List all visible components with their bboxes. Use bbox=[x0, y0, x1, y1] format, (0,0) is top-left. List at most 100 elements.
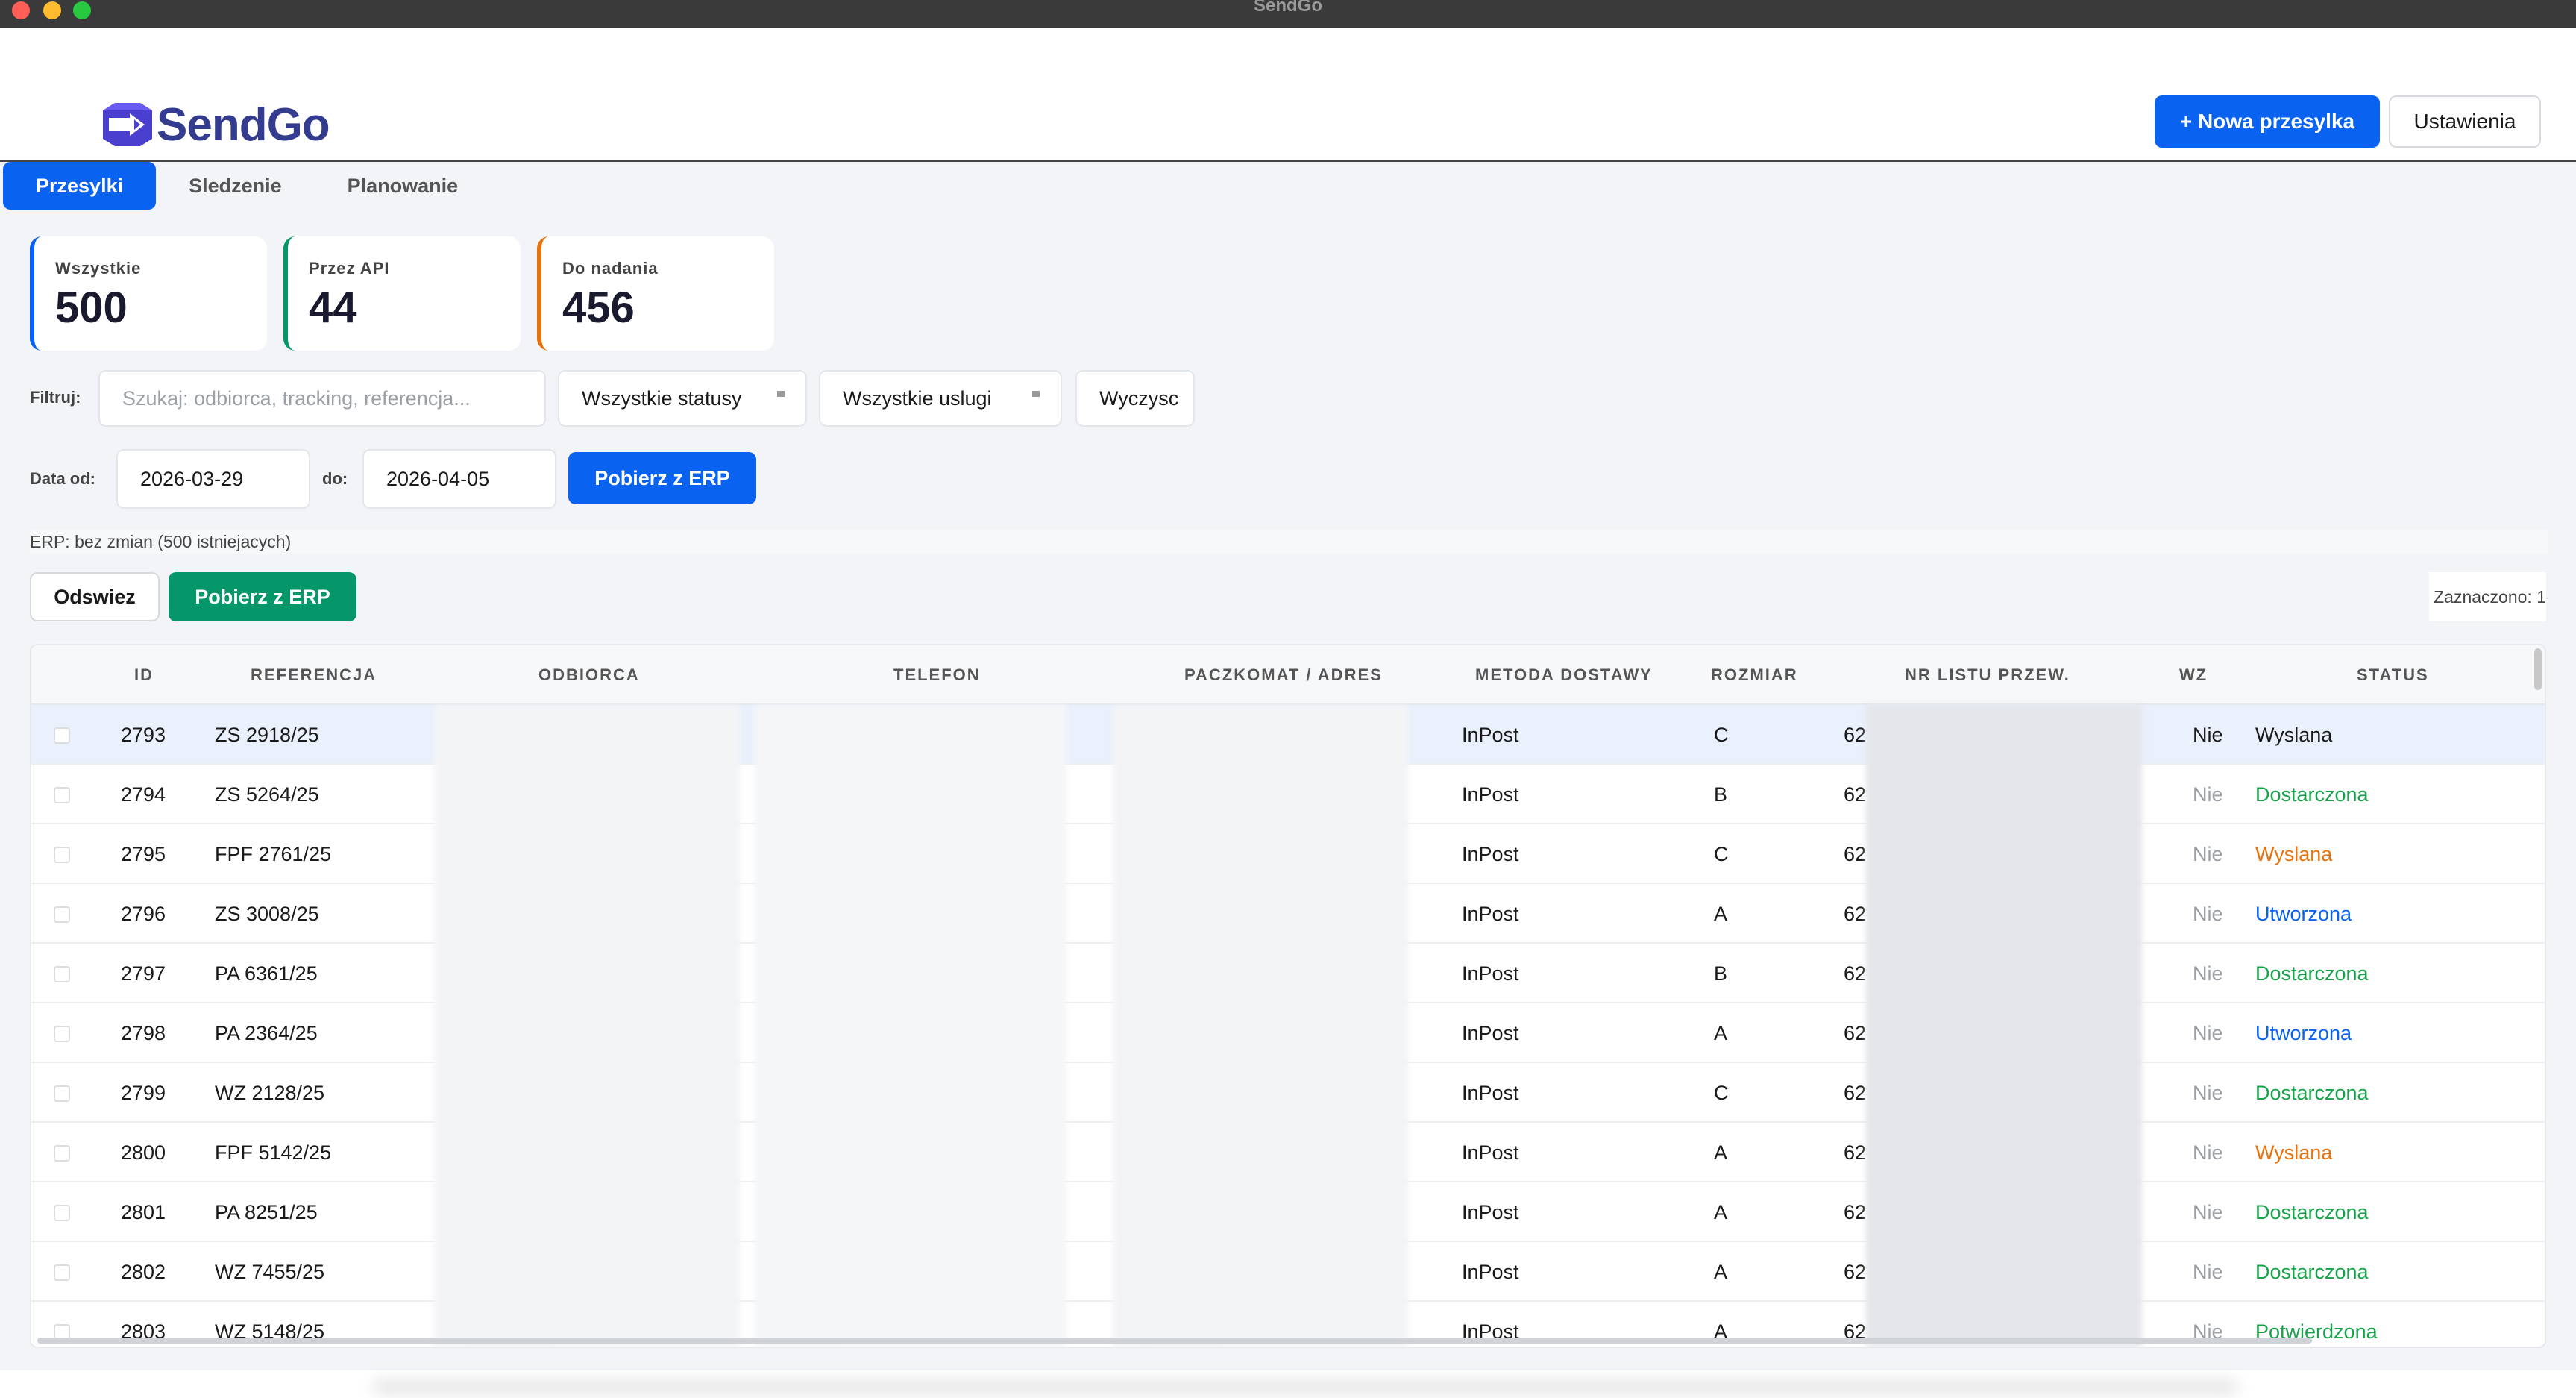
cell-wz: Nie bbox=[2193, 1260, 2223, 1283]
row-checkbox[interactable] bbox=[54, 1264, 70, 1281]
row-checkbox[interactable] bbox=[54, 727, 70, 744]
send-box-icon bbox=[101, 101, 154, 148]
tab-planning[interactable]: Planowanie bbox=[315, 162, 491, 210]
column-header-delivery-method[interactable]: METODA DOSTAWY bbox=[1475, 645, 1653, 705]
row-checkbox[interactable] bbox=[54, 847, 70, 863]
cell-tracking-number: 62 bbox=[1844, 1021, 1867, 1044]
cell-wz: Nie bbox=[2193, 962, 2223, 985]
cell-wz: Nie bbox=[2193, 1200, 2223, 1223]
row-checkbox[interactable] bbox=[54, 966, 70, 982]
cell-status: Wyslana bbox=[2255, 842, 2333, 865]
column-header-size[interactable]: ROZMIAR bbox=[1711, 645, 1798, 705]
cell-delivery-method: InPost bbox=[1462, 783, 1519, 806]
stat-card-all: Wszystkie 500 bbox=[30, 236, 267, 351]
selected-count: Zaznaczono: 1 bbox=[2429, 572, 2546, 621]
row-checkbox[interactable] bbox=[54, 1085, 70, 1102]
date-to-input[interactable]: 2026-04-05 bbox=[362, 449, 556, 509]
clear-filters-button[interactable]: Wyczysc bbox=[1075, 370, 1195, 427]
cell-size: A bbox=[1714, 1021, 1728, 1044]
stat-card-to-send: Do nadania 456 bbox=[537, 236, 774, 351]
bottom-shadow bbox=[373, 1381, 2237, 1393]
cell-status: Dostarczona bbox=[2255, 1260, 2369, 1283]
fetch-erp-button[interactable]: Pobierz z ERP bbox=[169, 572, 356, 621]
tab-tracking[interactable]: Sledzenie bbox=[156, 162, 315, 210]
service-select[interactable]: Wszystkie uslugi bbox=[819, 370, 1062, 427]
phone-redaction bbox=[755, 705, 1066, 1347]
column-header-reference[interactable]: REFERENCJA bbox=[251, 645, 377, 705]
cell-delivery-method: InPost bbox=[1462, 902, 1519, 925]
search-input[interactable]: Szukaj: odbiorca, tracking, referencja..… bbox=[98, 370, 546, 427]
cell-delivery-method: InPost bbox=[1462, 723, 1519, 746]
horizontal-scrollbar[interactable] bbox=[37, 1338, 2312, 1344]
cell-size: C bbox=[1714, 842, 1729, 865]
cell-id: 2801 bbox=[121, 1200, 166, 1223]
cell-wz: Nie bbox=[2193, 1021, 2223, 1044]
shipments-table: ID REFERENCJA ODBIORCA TELEFON PACZKOMAT… bbox=[30, 644, 2546, 1348]
row-checkbox[interactable] bbox=[54, 906, 70, 923]
cell-size: C bbox=[1714, 723, 1729, 746]
cell-tracking-number: 62 bbox=[1844, 1200, 1867, 1223]
fetch-erp-date-button[interactable]: Pobierz z ERP bbox=[568, 452, 756, 504]
cell-status: Wyslana bbox=[2255, 723, 2333, 746]
cell-id: 2798 bbox=[121, 1021, 166, 1044]
stat-card-api: Przez API 44 bbox=[283, 236, 521, 351]
stat-value: 456 bbox=[562, 283, 635, 332]
column-header-status[interactable]: STATUS bbox=[2357, 645, 2429, 705]
cell-reference: PA 8251/25 bbox=[215, 1200, 318, 1223]
cell-status: Dostarczona bbox=[2255, 783, 2369, 806]
status-select[interactable]: Wszystkie statusy bbox=[558, 370, 807, 427]
stat-label: Wszystkie bbox=[55, 259, 142, 278]
cell-status: Wyslana bbox=[2255, 1141, 2333, 1164]
cell-reference: FPF 5142/25 bbox=[215, 1141, 332, 1164]
column-header-wz[interactable]: WZ bbox=[2179, 645, 2208, 705]
table-header: ID REFERENCJA ODBIORCA TELEFON PACZKOMAT… bbox=[31, 645, 2545, 705]
column-header-tracking-number[interactable]: NR LISTU PRZEW. bbox=[1905, 645, 2070, 705]
cell-reference: ZS 5264/25 bbox=[215, 783, 319, 806]
cell-delivery-method: InPost bbox=[1462, 1081, 1519, 1104]
cell-size: C bbox=[1714, 1081, 1729, 1104]
cell-wz: Nie bbox=[2193, 1141, 2223, 1164]
cell-wz: Nie bbox=[2193, 783, 2223, 806]
cell-status: Utworzona bbox=[2255, 1021, 2352, 1044]
row-checkbox[interactable] bbox=[54, 787, 70, 803]
cell-delivery-method: InPost bbox=[1462, 962, 1519, 985]
cell-tracking-number: 62 bbox=[1844, 902, 1867, 925]
refresh-button[interactable]: Odswiez bbox=[30, 572, 160, 621]
cell-delivery-method: InPost bbox=[1462, 1141, 1519, 1164]
cell-id: 2799 bbox=[121, 1081, 166, 1104]
row-checkbox[interactable] bbox=[54, 1205, 70, 1221]
new-shipment-button[interactable]: + Nowa przesylka bbox=[2155, 95, 2380, 148]
cell-wz: Nie bbox=[2193, 1081, 2223, 1104]
cell-wz: Nie bbox=[2193, 723, 2223, 746]
cell-tracking-number: 62 bbox=[1844, 1081, 1867, 1104]
cell-tracking-number: 62 bbox=[1844, 723, 1867, 746]
cell-size: A bbox=[1714, 1141, 1728, 1164]
column-header-id[interactable]: ID bbox=[134, 645, 154, 705]
cell-id: 2797 bbox=[121, 962, 166, 985]
stat-label: Przez API bbox=[309, 259, 390, 278]
address-redaction bbox=[1113, 705, 1408, 1347]
date-from-input[interactable]: 2026-03-29 bbox=[116, 449, 310, 509]
column-header-locker-address[interactable]: PACZKOMAT / ADRES bbox=[1184, 645, 1383, 705]
stat-value: 44 bbox=[309, 283, 357, 332]
cell-id: 2795 bbox=[121, 842, 166, 865]
column-header-recipient[interactable]: ODBIORCA bbox=[538, 645, 640, 705]
cell-id: 2802 bbox=[121, 1260, 166, 1283]
cell-reference: ZS 3008/25 bbox=[215, 902, 319, 925]
settings-button[interactable]: Ustawienia bbox=[2389, 95, 2541, 148]
chevron-down-icon bbox=[1032, 391, 1040, 397]
row-checkbox[interactable] bbox=[54, 1026, 70, 1042]
cell-id: 2800 bbox=[121, 1141, 166, 1164]
row-checkbox[interactable] bbox=[54, 1145, 70, 1162]
tab-shipments[interactable]: Przesylki bbox=[3, 162, 157, 210]
logo-text: SendGo bbox=[157, 98, 330, 151]
cell-reference: PA 6361/25 bbox=[215, 962, 318, 985]
status-select-value: Wszystkie statusy bbox=[582, 386, 742, 410]
column-header-phone[interactable]: TELEFON bbox=[893, 645, 981, 705]
app-header: SendGo + Nowa przesylka Ustawienia bbox=[0, 28, 2576, 162]
window-titlebar: SendGo bbox=[0, 0, 2576, 28]
cell-reference: WZ 7455/25 bbox=[215, 1260, 325, 1283]
vertical-scrollbar[interactable] bbox=[2534, 648, 2542, 690]
cell-status: Dostarczona bbox=[2255, 1200, 2369, 1223]
tracking-redaction bbox=[1866, 705, 2142, 1347]
